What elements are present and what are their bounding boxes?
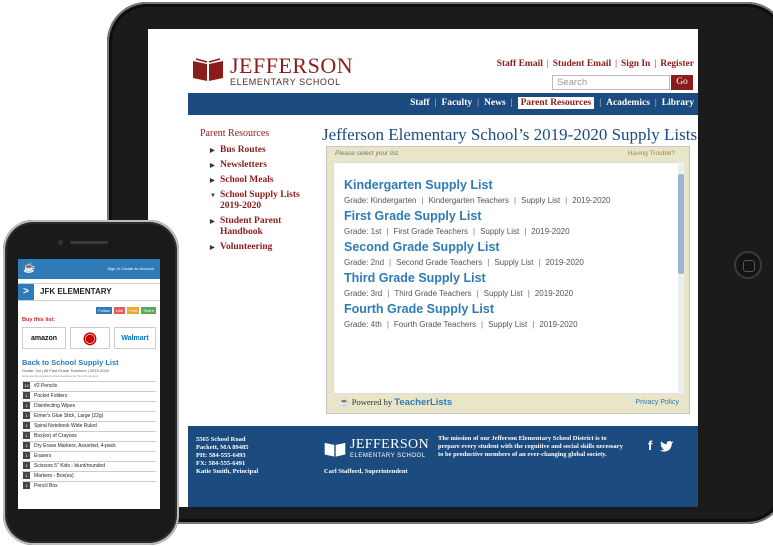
panel-hint: Please select your list. [335, 150, 400, 157]
top-links: Staff Email | Student Email | Sign In | Regist… [496, 59, 694, 69]
footer-address: 5565 School Road Packett, MA 89485 PH: 5… [196, 436, 259, 475]
phone-screen: ☕ Sign In Create an Account > JFK ELEMEN… [18, 259, 160, 509]
staff-email-link[interactable]: Staff Email [497, 59, 543, 69]
nav-news[interactable]: News [484, 98, 506, 108]
footer-social: f [648, 438, 674, 453]
phone-list-meta: Grade: 1st | All First Grade Teachers | … [22, 368, 109, 373]
list-meta: Grade: 3rd | Third Grade Teachers | Supply L… [344, 289, 574, 298]
sidebar-item-handbook[interactable]: Student Parent Handbook [200, 216, 310, 238]
teacherlists-logo-icon[interactable]: ☕ [23, 263, 35, 274]
powered-by: ☕ Powered by TeacherLists [339, 397, 453, 408]
footer-superintendent: Carl Stafford, Superintendent [324, 468, 408, 475]
phone-account-links[interactable]: Sign In Create an Account [108, 266, 154, 271]
twitter-icon[interactable] [659, 441, 674, 452]
site-header: JEFFERSON ELEMENTARY SCHOOL Staff Email |… [148, 29, 698, 91]
list-meta: Grade: 4th | Fourth Grade Teachers | Supply … [344, 320, 578, 329]
list-item[interactable]: 1 Elmer's Glue Stick, Large (22g) [22, 411, 156, 421]
book-logo-icon [324, 442, 346, 457]
sidebar-item-volunteering[interactable]: Volunteering [200, 242, 310, 254]
list-item[interactable]: 1 Pocket Folders [22, 391, 156, 401]
list-item[interactable]: 1 Disinfecting Wipes [22, 401, 156, 411]
sidebar-item-supply-lists[interactable]: School Supply Lists 2019-2020 [200, 190, 310, 212]
book-logo-icon [193, 58, 223, 81]
store-buttons: amazon ◉ Walmart [22, 327, 156, 353]
site-logo-subtitle: ELEMENTARY SCHOOL [230, 77, 341, 87]
share-button[interactable]: Share [141, 307, 156, 314]
site-footer: 5565 School Road Packett, MA 89485 PH: 5… [188, 426, 698, 507]
sidebar: Parent Resources Bus Routes Newsletters … [200, 128, 310, 257]
list-item[interactable]: 1 Scissors 5" Kids - blunt/rounded [22, 461, 156, 471]
teacherlists-logo-icon: ☕ [339, 397, 350, 407]
phone-actions: Follow Link Print Share [94, 307, 156, 314]
phone-speaker [70, 241, 108, 244]
supply-list-widget: Please select your list. Having Trouble?… [326, 146, 690, 414]
search-input[interactable]: Search [552, 75, 670, 90]
walmart-button[interactable]: Walmart [114, 327, 156, 349]
print-button[interactable]: Print [127, 307, 140, 314]
main-nav: Staff | Faculty | News | Parent Resources | Acad… [188, 93, 698, 115]
amazon-button[interactable]: amazon [22, 327, 66, 349]
list-title-kindergarten[interactable]: Kindergarten Supply List [344, 178, 493, 192]
list-item[interactable]: 1 Spiral Notebook Wide Ruled [22, 421, 156, 431]
page-title: Jefferson Elementary School’s 2019-2020 … [322, 125, 698, 144]
follow-button[interactable]: Follow [96, 307, 112, 314]
list-item[interactable]: 1 Pencil Box [22, 481, 156, 491]
nav-parent-resources[interactable]: Parent Resources [517, 97, 595, 109]
help-link[interactable]: Having Trouble? [628, 150, 675, 157]
tablet-home-button[interactable] [734, 251, 762, 279]
phone-list-title: Back to School Supply List [22, 358, 119, 367]
list-meta: Grade: 2nd | Second Grade Teachers | Supply … [344, 258, 584, 267]
register-link[interactable]: Register [660, 59, 694, 69]
search-go-button[interactable]: Go [671, 75, 693, 90]
footer-mission: The mission of our Jefferson Elementary … [438, 435, 623, 458]
footer-logo-subtitle: ELEMENTARY SCHOOL [350, 453, 426, 459]
buy-label: Buy this list: [22, 317, 56, 323]
nav-faculty[interactable]: Faculty [442, 98, 473, 108]
sign-in-link[interactable]: Sign In [621, 59, 650, 69]
list-item[interactable]: 1 Box(es) of Crayons [22, 431, 156, 441]
sidebar-item-school-meals[interactable]: School Meals [200, 175, 310, 187]
list-meta: Grade: 1st | First Grade Teachers | Supply L… [344, 227, 570, 236]
phone-topbar: ☕ Sign In Create an Account [18, 259, 160, 279]
phone-school-name: JFK ELEMENTARY [40, 287, 112, 296]
nav-staff[interactable]: Staff [410, 98, 430, 108]
nav-library[interactable]: Library [662, 98, 694, 108]
chevron-right-icon[interactable]: > [18, 284, 34, 300]
site-logo-title[interactable]: JEFFERSON [230, 55, 353, 77]
phone-school-header: > JFK ELEMENTARY [18, 283, 160, 301]
list-meta: Grade: Kindergarten | Kindergarten Teacher… [344, 196, 611, 205]
list-title-fourth[interactable]: Fourth Grade Supply List [344, 302, 494, 316]
list-item[interactable]: 1 Dry Erase Markers, Assorted, 4-pack [22, 441, 156, 451]
teacherlists-brand[interactable]: TeacherLists [394, 397, 452, 408]
footer-logo-title: JEFFERSON [350, 437, 430, 452]
privacy-link[interactable]: Privacy Policy [635, 399, 679, 406]
sidebar-item-bus-routes[interactable]: Bus Routes [200, 145, 310, 157]
list-scrollbar[interactable] [678, 162, 684, 394]
sidebar-title: Parent Resources [200, 128, 270, 139]
list-item[interactable]: 1 Erasers [22, 451, 156, 461]
phone-list-note: Here are the required school supplies fo… [22, 374, 99, 378]
link-button[interactable]: Link [113, 307, 126, 314]
list-container: Kindergarten Supply List Grade: Kinderga… [333, 162, 679, 394]
list-title-third[interactable]: Third Grade Supply List [344, 271, 486, 285]
target-button[interactable]: ◉ [70, 327, 110, 349]
student-email-link[interactable]: Student Email [553, 59, 611, 69]
list-title-first[interactable]: First Grade Supply List [344, 209, 482, 223]
phone-camera [58, 240, 63, 245]
nav-academics[interactable]: Academics [606, 98, 650, 108]
list-item[interactable]: 1 Markers - Box(es) [22, 471, 156, 481]
list-item[interactable]: 12 #2 Pencils [22, 381, 156, 391]
tablet-screen: JEFFERSON ELEMENTARY SCHOOL Staff Email |… [148, 29, 698, 507]
facebook-icon[interactable]: f [648, 438, 652, 453]
sidebar-item-newsletters[interactable]: Newsletters [200, 160, 310, 172]
list-title-second[interactable]: Second Grade Supply List [344, 240, 500, 254]
